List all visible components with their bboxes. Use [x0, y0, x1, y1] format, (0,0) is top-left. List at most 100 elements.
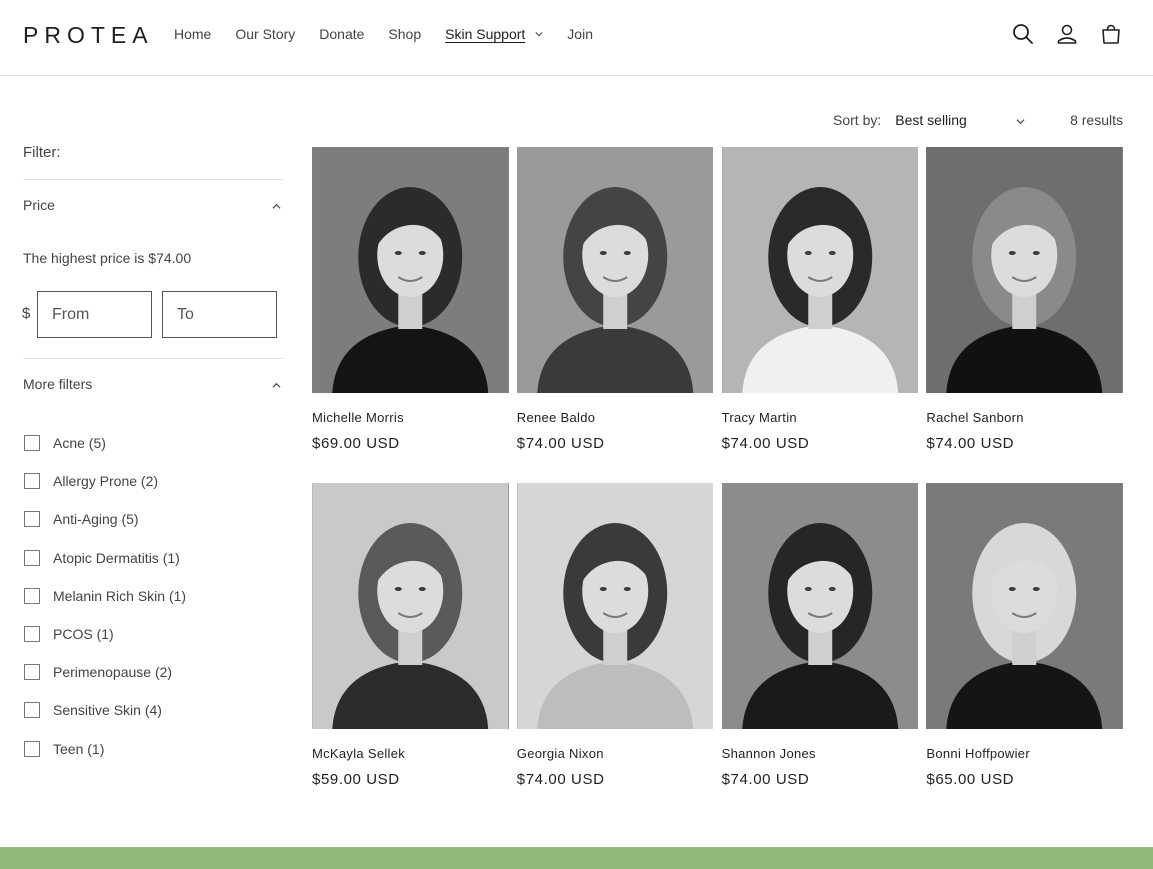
price-to-input[interactable]: [162, 291, 277, 338]
filter-option[interactable]: Atopic Dermatitis (1): [24, 539, 186, 577]
nav-our-story[interactable]: Our Story: [235, 26, 295, 42]
filter-option-label: Atopic Dermatitis (1): [53, 549, 180, 566]
checkbox[interactable]: [24, 664, 40, 681]
product-price: $74.00 USD: [516, 435, 605, 452]
product-photo[interactable]: [926, 147, 1123, 393]
nav-donate[interactable]: Donate: [319, 26, 364, 42]
filter-option-label: PCOS (1): [53, 626, 114, 643]
product-photo[interactable]: [721, 147, 919, 393]
product-title[interactable]: Shannon Jones: [722, 746, 919, 761]
nav-home[interactable]: Home: [174, 26, 211, 42]
filter-option-label: Allergy Prone (2): [53, 473, 159, 490]
footer-accent-bar: [0, 847, 1153, 869]
product-card[interactable]: McKayla Sellek $59.00 USD: [312, 483, 509, 819]
sort-select[interactable]: Best selling: [895, 112, 1035, 128]
checkbox[interactable]: [24, 587, 40, 604]
chevron-down-icon: [1016, 119, 1025, 125]
search-icon[interactable]: [1011, 22, 1035, 46]
product-title[interactable]: Renee Baldo: [517, 410, 714, 425]
product-title[interactable]: Michelle Morris: [312, 410, 509, 425]
sort-value: Best selling: [895, 112, 967, 128]
currency-symbol: $: [22, 305, 31, 322]
product-photo[interactable]: [312, 147, 509, 393]
filter-option-label: Perimenopause (2): [53, 664, 173, 681]
nav-shop[interactable]: Shop: [388, 26, 421, 42]
chevron-up-icon: [272, 203, 281, 209]
filter-option[interactable]: Allergy Prone (2): [24, 462, 186, 500]
nav-skin-support[interactable]: Skin Support: [445, 26, 525, 42]
product-card[interactable]: Tracy Martin $74.00 USD: [721, 147, 919, 483]
cart-icon[interactable]: [1099, 22, 1123, 46]
more-filters-label: More filters: [23, 376, 93, 392]
site-header: PROTEA Home Our Story Donate Shop Skin S…: [0, 0, 1153, 76]
checkbox[interactable]: [24, 740, 40, 757]
product-price: $69.00 USD: [312, 435, 400, 452]
price-from-input[interactable]: [37, 291, 152, 338]
product-card[interactable]: Renee Baldo $74.00 USD: [516, 147, 714, 483]
filter-option[interactable]: Acne (5): [24, 424, 186, 462]
filter-option[interactable]: Perimenopause (2): [24, 653, 186, 691]
product-card[interactable]: Rachel Sanborn $74.00 USD: [926, 147, 1123, 483]
divider: [23, 358, 283, 359]
product-card[interactable]: Michelle Morris $69.00 USD: [312, 147, 509, 483]
filter-option-label: Sensitive Skin (4): [53, 702, 162, 719]
account-icon[interactable]: [1055, 22, 1079, 46]
main-nav: Home Our Story Donate Shop Skin Support …: [174, 26, 617, 42]
product-price: $65.00 USD: [926, 771, 1015, 788]
product-card[interactable]: Georgia Nixon $74.00 USD: [516, 483, 714, 819]
portrait-image: [312, 483, 509, 729]
product-photo[interactable]: [926, 483, 1123, 729]
header-icons: [991, 22, 1123, 46]
filter-option[interactable]: Anti-Aging (5): [24, 500, 186, 538]
product-price: $74.00 USD: [926, 435, 1015, 452]
checkbox[interactable]: [24, 435, 40, 452]
nav-join[interactable]: Join: [567, 26, 593, 42]
checkbox[interactable]: [24, 473, 40, 490]
portrait-image: [926, 483, 1123, 729]
filter-options-list: Acne (5) Allergy Prone (2) Anti-Aging (5…: [24, 424, 186, 768]
product-photo[interactable]: [312, 483, 509, 729]
filter-title: Filter:: [23, 144, 61, 161]
site-logo[interactable]: PROTEA: [23, 22, 154, 49]
product-price: $74.00 USD: [721, 771, 810, 788]
price-facet-label: Price: [23, 197, 55, 213]
chevron-down-icon[interactable]: [535, 30, 543, 38]
chevron-up-icon: [272, 382, 281, 388]
filter-option-label: Anti-Aging (5): [53, 511, 139, 528]
divider: [23, 179, 283, 180]
sort-bar: Sort by: Best selling 8 results: [833, 112, 1123, 128]
product-photo[interactable]: [516, 483, 714, 729]
product-title[interactable]: Rachel Sanborn: [926, 410, 1123, 425]
product-price: $59.00 USD: [312, 771, 400, 788]
product-photo[interactable]: [516, 147, 714, 393]
results-count: 8 results: [1070, 112, 1123, 128]
sort-label: Sort by:: [833, 112, 882, 128]
product-price: $74.00 USD: [721, 435, 810, 452]
product-title[interactable]: Bonni Hoffpowier: [926, 746, 1123, 761]
checkbox[interactable]: [24, 626, 40, 643]
product-title[interactable]: Georgia Nixon: [517, 746, 714, 761]
product-price: $74.00 USD: [516, 771, 605, 788]
product-grid: Michelle Morris $69.00 USD Renee Baldo $74…: [312, 147, 1123, 819]
price-facet-toggle[interactable]: Price: [23, 197, 283, 213]
portrait-image: [721, 483, 918, 729]
portrait-image: [926, 147, 1123, 393]
product-photo[interactable]: [721, 483, 919, 729]
product-card[interactable]: Shannon Jones $74.00 USD: [721, 483, 919, 819]
price-note: The highest price is $74.00: [23, 250, 192, 266]
more-filters-toggle[interactable]: More filters: [23, 376, 283, 392]
filter-option[interactable]: Melanin Rich Skin (1): [24, 577, 186, 615]
product-card[interactable]: Bonni Hoffpowier $65.00 USD: [926, 483, 1123, 819]
checkbox[interactable]: [24, 549, 40, 566]
portrait-image: [721, 147, 918, 393]
checkbox[interactable]: [24, 702, 40, 719]
filter-option[interactable]: PCOS (1): [24, 615, 186, 653]
product-title[interactable]: McKayla Sellek: [312, 746, 509, 761]
filter-option[interactable]: Sensitive Skin (4): [24, 691, 186, 729]
filter-option-label: Teen (1): [53, 740, 105, 757]
portrait-image: [517, 483, 714, 729]
checkbox[interactable]: [24, 511, 40, 528]
product-title[interactable]: Tracy Martin: [722, 410, 919, 425]
filter-option-label: Melanin Rich Skin (1): [53, 587, 187, 604]
filter-option[interactable]: Teen (1): [24, 730, 186, 768]
